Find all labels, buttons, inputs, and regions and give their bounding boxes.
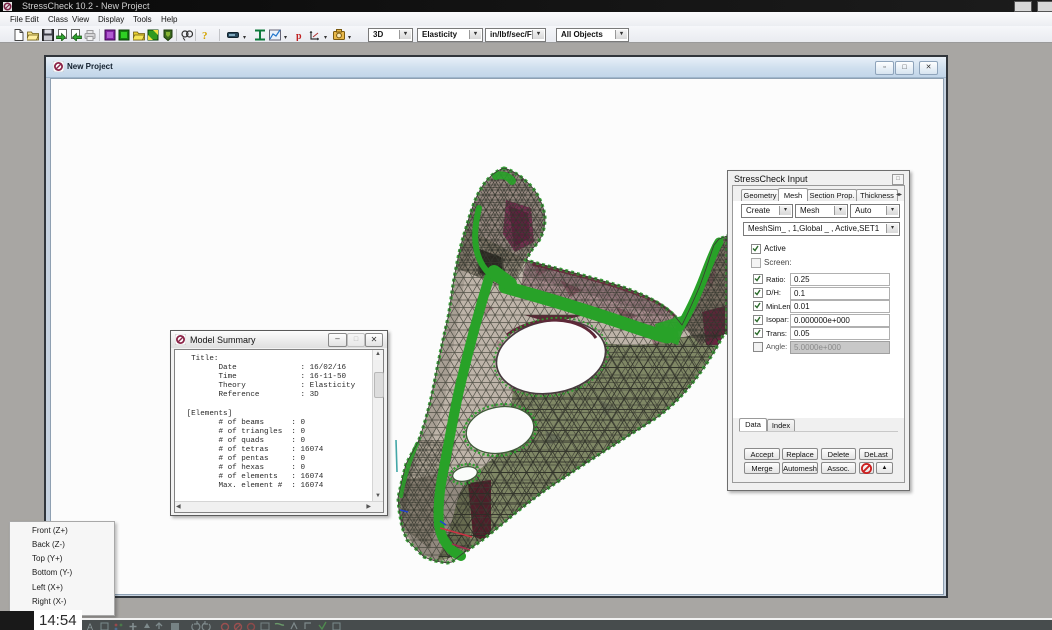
svg-text:p: p (296, 31, 302, 41)
svg-text:?: ? (202, 30, 208, 41)
svg-text:A: A (87, 622, 93, 630)
